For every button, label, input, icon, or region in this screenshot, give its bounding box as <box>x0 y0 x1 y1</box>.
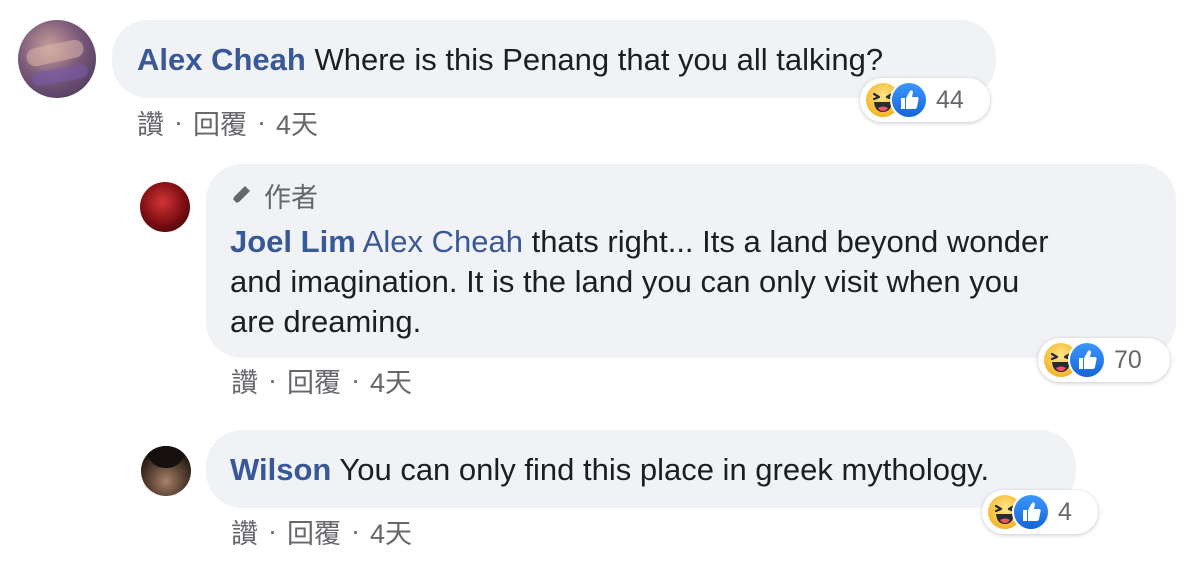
timestamp[interactable]: 4天 <box>276 103 318 142</box>
comment-text: Wilson You can only find this place in g… <box>230 450 1076 490</box>
commenter-name[interactable]: Wilson <box>230 452 331 487</box>
reaction-count: 4 <box>1058 497 1072 526</box>
mention-link[interactable]: Alex Cheah <box>363 224 523 259</box>
like-link[interactable]: 讚 <box>231 361 258 400</box>
comment-body: Where is this Penang that you all talkin… <box>314 42 884 77</box>
reaction-summary[interactable]: 70 <box>1038 338 1170 382</box>
comment-text: Joel Lim Alex Cheah thats right... Its a… <box>230 222 1170 342</box>
reaction-count: 70 <box>1114 345 1142 374</box>
avatar-overlay <box>24 38 86 68</box>
comment-bubble: Wilson You can only find this place in g… <box>206 430 1076 508</box>
avatar-overlay <box>147 446 185 468</box>
like-link[interactable]: 讚 <box>137 103 164 142</box>
separator-dot: · <box>268 364 277 395</box>
reaction-summary[interactable]: 4 <box>982 490 1098 534</box>
avatar[interactable] <box>141 446 191 496</box>
avatar[interactable] <box>140 182 190 232</box>
author-label: 作者 <box>264 182 318 213</box>
author-badge: 作者 <box>226 179 318 213</box>
separator-dot: · <box>351 515 360 546</box>
comment-text: Alex Cheah Where is this Penang that you… <box>137 40 996 80</box>
like-reaction-icon <box>890 81 928 119</box>
reply-link[interactable]: 回覆 <box>287 512 341 551</box>
comment-body: You can only find this place in greek my… <box>339 452 990 487</box>
like-reaction-icon <box>1068 341 1106 379</box>
reaction-count: 44 <box>936 85 964 114</box>
like-reaction-icon <box>1012 493 1050 531</box>
comment-line: Joel Lim Alex Cheah thats right... Its a… <box>230 222 1170 262</box>
comment-bubble: 作者 Joel Lim Alex Cheah thats right... It… <box>206 164 1176 358</box>
comment-actions: 讚 · 回覆 · 4天 <box>137 104 318 140</box>
separator-dot: · <box>268 515 277 546</box>
comment-line: are dreaming. <box>230 304 422 339</box>
separator-dot: · <box>257 106 266 137</box>
reaction-summary[interactable]: 44 <box>860 78 990 122</box>
reply-link[interactable]: 回覆 <box>287 361 341 400</box>
like-link[interactable]: 讚 <box>231 512 258 551</box>
pencil-icon <box>226 180 256 210</box>
comment-alex-cheah: Alex Cheah Where is this Penang that you… <box>0 0 1200 150</box>
timestamp[interactable]: 4天 <box>370 361 412 400</box>
avatar[interactable] <box>18 20 96 98</box>
separator-dot: · <box>351 364 360 395</box>
commenter-name[interactable]: Joel Lim <box>230 224 356 259</box>
timestamp[interactable]: 4天 <box>370 512 412 551</box>
comment-actions: 讚 · 回覆 · 4天 <box>231 362 412 398</box>
avatar-overlay <box>31 63 89 87</box>
commenter-name[interactable]: Alex Cheah <box>137 42 306 77</box>
comment-actions: 讚 · 回覆 · 4天 <box>231 513 412 549</box>
separator-dot: · <box>174 106 183 137</box>
reply-link[interactable]: 回覆 <box>193 103 247 142</box>
comment-line: and imagination. It is the land you can … <box>230 264 1020 299</box>
comment-body: thats right... Its a land beyond wonder <box>531 224 1049 259</box>
